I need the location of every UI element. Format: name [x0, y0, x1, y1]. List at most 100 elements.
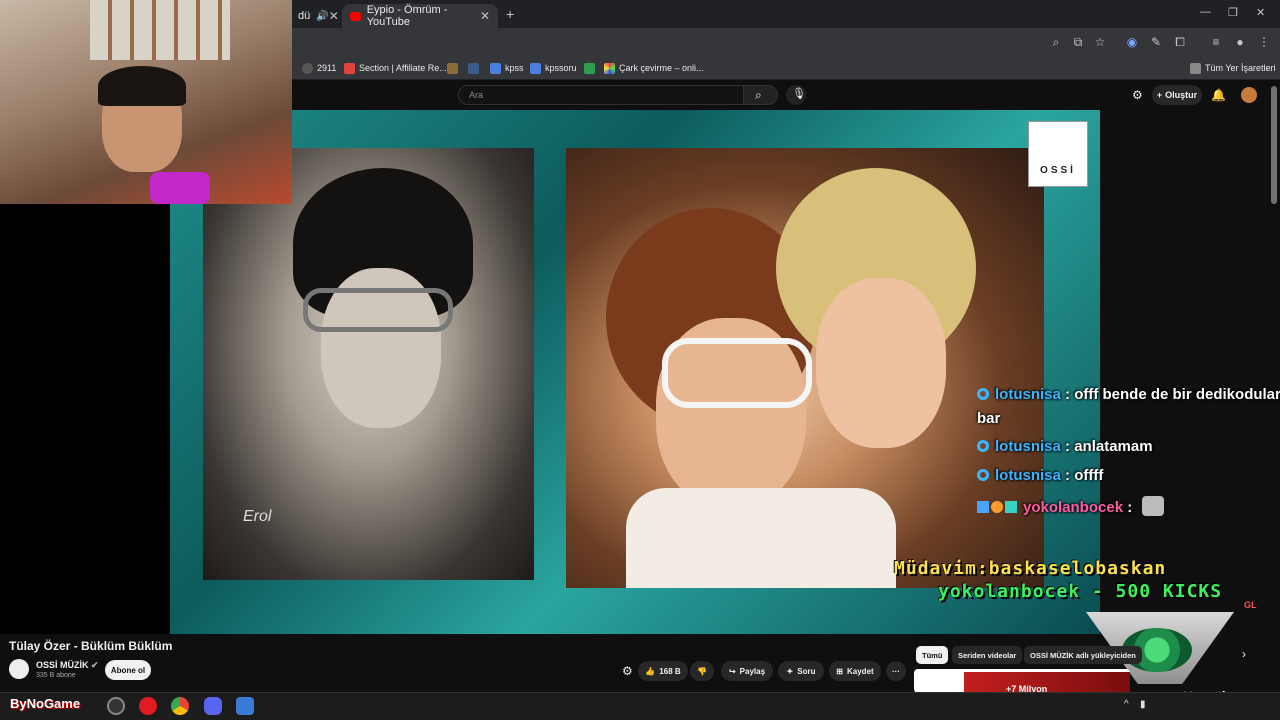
- bookmark-2911[interactable]: 2911: [302, 60, 336, 76]
- notifications-bell-icon[interactable]: 🔔: [1211, 88, 1226, 102]
- all-bookmarks[interactable]: Tüm Yer İşaretleri: [1190, 60, 1276, 76]
- badge-icon: [977, 440, 989, 452]
- chevron-right-icon[interactable]: ›: [1242, 647, 1246, 661]
- bookmark-favicon-icon: [447, 62, 458, 74]
- bookmark-cark[interactable]: Çark çevirme – onli...: [604, 60, 704, 76]
- account-avatar[interactable]: [1241, 87, 1257, 103]
- new-tab-button[interactable]: +: [506, 6, 514, 22]
- plus-icon: +: [1156, 90, 1163, 100]
- channel-name-text: OSSİ MÜZİK: [36, 660, 89, 670]
- face-shape: [816, 278, 946, 448]
- chat-user: lotusnisa: [995, 467, 1061, 484]
- search-input[interactable]: Ara: [458, 85, 744, 105]
- video-photo-right: [566, 148, 1044, 588]
- close-window-icon[interactable]: ✕: [1256, 6, 1265, 19]
- profile-icon[interactable]: ●: [1232, 34, 1248, 50]
- subscriber-count: 335 B abone: [36, 672, 76, 679]
- goal-label-icon: GL: [1244, 600, 1257, 610]
- subscribe-button[interactable]: Abone ol: [105, 660, 151, 680]
- chat-message: lotusnisa : anlatamam: [977, 438, 1153, 455]
- create-button[interactable]: + Oluştur: [1152, 85, 1202, 105]
- bookmark-label: Section | Affiliate Re...: [359, 63, 447, 73]
- settings-gear-icon[interactable]: ⚙: [622, 664, 633, 678]
- menu-icon[interactable]: ⋮: [1256, 34, 1272, 50]
- chrome-icon[interactable]: [171, 697, 189, 715]
- glasses-shape: [662, 338, 812, 408]
- bookmark-label: kpssoru: [545, 63, 577, 73]
- video-title: Tülay Özer - Büklüm Büklüm: [9, 639, 173, 653]
- bookmark-label: 2911: [317, 63, 337, 73]
- tray-mic-icon[interactable]: ▮: [1140, 699, 1146, 710]
- chip-uploader[interactable]: OSSİ MÜZİK adlı yükleyiciden: [1024, 646, 1142, 664]
- bookmark-star-icon[interactable]: ☆: [1092, 34, 1108, 50]
- close-tab-icon[interactable]: ✕: [480, 9, 490, 23]
- bookmark-7[interactable]: [584, 60, 595, 76]
- obs-icon[interactable]: [107, 697, 125, 715]
- verified-icon: ✔: [91, 660, 99, 670]
- thumbs-down-icon: 👎: [697, 666, 707, 676]
- bookmark-kpss[interactable]: kpss: [490, 60, 524, 76]
- photographer-signature: Erol: [243, 508, 272, 525]
- share-button[interactable]: ↪ Paylaş: [721, 661, 773, 681]
- clothing-shape: [626, 488, 896, 588]
- tab-youtube[interactable]: Eypio - Ömrüm - YouTube ✕: [342, 4, 498, 28]
- ask-button[interactable]: ✦ Soru: [778, 661, 824, 681]
- badge-icon: [977, 388, 989, 400]
- glasses-shape: [303, 288, 453, 332]
- chat-text: :: [1123, 499, 1133, 516]
- discord-icon[interactable]: [204, 697, 222, 715]
- bookmark-4[interactable]: [468, 60, 479, 76]
- bookmark-section[interactable]: Section | Affiliate Re...: [344, 60, 447, 76]
- like-button[interactable]: 👍 168 B: [638, 661, 688, 681]
- search-button[interactable]: ⌕: [744, 85, 778, 105]
- like-count: 168 B: [659, 666, 681, 676]
- tab-label: dü: [298, 10, 311, 22]
- save-button[interactable]: ⊞ Kaydet: [829, 661, 881, 681]
- chat-text: bar: [977, 410, 1001, 427]
- share-icon: ↪: [728, 666, 736, 676]
- extensions-icon[interactable]: ⧠: [1172, 34, 1188, 50]
- chat-user: lotusnisa: [995, 386, 1061, 403]
- microphone-shape: [150, 172, 210, 204]
- pen-icon[interactable]: ✎: [1148, 34, 1164, 50]
- bookmark-kpssoru[interactable]: kpssoru: [530, 60, 577, 76]
- folder-icon: [1190, 62, 1201, 74]
- channel-name[interactable]: OSSİ MÜZİK ✔: [36, 660, 99, 671]
- streamer-webcam: [0, 0, 292, 204]
- shield-icon: [468, 62, 479, 74]
- mic-icon: 🎙: [792, 88, 806, 100]
- close-tab-icon[interactable]: ✕: [329, 9, 339, 23]
- save-label: Kaydet: [847, 666, 874, 676]
- tray-chevron-icon[interactable]: ^: [1124, 699, 1129, 710]
- chat-message-cont: bar: [977, 410, 1000, 427]
- sidebar-black-area: [0, 204, 170, 634]
- bookmark-3[interactable]: [447, 60, 458, 76]
- video-player[interactable]: Erol OSSİ: [170, 110, 1100, 634]
- restore-icon[interactable]: ❐: [1228, 6, 1238, 19]
- chip-all[interactable]: Tümü: [916, 646, 949, 664]
- dislike-button[interactable]: 👎: [690, 661, 714, 681]
- wheel-icon: [604, 62, 615, 74]
- extension-audio-icon[interactable]: ◉: [1124, 34, 1140, 50]
- chip-series[interactable]: Seriden videolar: [952, 646, 1023, 664]
- page-scrollbar[interactable]: [1271, 86, 1277, 204]
- voice-search-button[interactable]: 🎙: [786, 85, 806, 105]
- install-icon[interactable]: ⧉: [1070, 34, 1086, 50]
- tab-previous[interactable]: dü 🔊 ✕: [290, 4, 340, 28]
- opera-icon[interactable]: [139, 697, 157, 715]
- chat-text: : offf bende de bir dedikodular: [1060, 386, 1280, 403]
- speaker-icon: 🔊: [316, 10, 329, 22]
- bynogame-overlay: ByNoGame: [10, 696, 81, 711]
- share-label: Paylaş: [739, 666, 766, 676]
- windows-taskbar: [0, 692, 1280, 720]
- minimize-icon[interactable]: —: [1200, 6, 1211, 18]
- app-icon[interactable]: [236, 697, 254, 715]
- alert-regular-viewer: Müdavim:baskaselobaskan: [894, 558, 1167, 579]
- more-actions-button[interactable]: ···: [886, 661, 906, 681]
- media-icon[interactable]: ≡: [1208, 34, 1224, 50]
- channel-avatar[interactable]: [9, 659, 29, 679]
- upload-settings-icon[interactable]: ⚙: [1132, 88, 1143, 102]
- create-label: Oluştur: [1165, 90, 1198, 100]
- zoom-icon[interactable]: ⌕: [1048, 34, 1064, 50]
- thumbs-up-icon: 👍: [645, 666, 656, 676]
